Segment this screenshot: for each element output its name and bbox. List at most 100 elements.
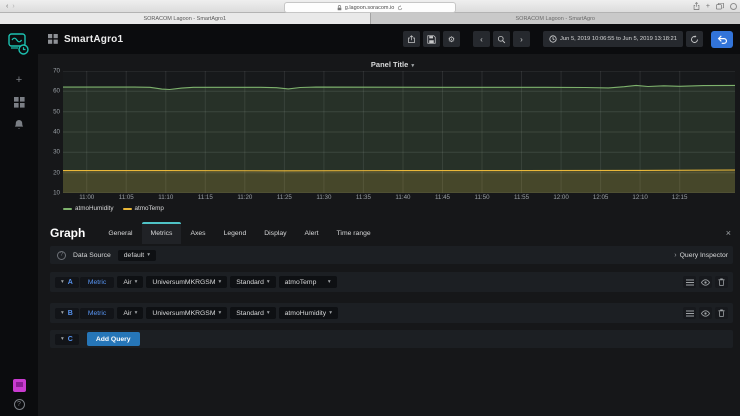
plot-area[interactable]: [63, 71, 735, 193]
query-collapse-toggle[interactable]: B: [55, 308, 79, 319]
chart-legend: atmoHumidity atmoTemp: [63, 203, 737, 214]
share-dashboard-button[interactable]: [403, 31, 420, 47]
tab-alert[interactable]: Alert: [296, 222, 328, 244]
screen: ‹ › g.lagoon.soracom.io + SORACOM Lagoon…: [0, 0, 740, 416]
clock-icon: [549, 35, 557, 43]
time-forward-button[interactable]: ›: [513, 31, 530, 47]
metric-label[interactable]: Metric: [80, 277, 115, 288]
refresh-button[interactable]: [686, 31, 703, 47]
legend-swatch: [123, 208, 132, 210]
browser-back-icon[interactable]: ‹: [6, 3, 8, 10]
datasource-help-icon[interactable]: ?: [57, 251, 66, 260]
time-range-text: Jun 5, 2019 10:06:55 to Jun 5, 2019 13:1…: [560, 36, 677, 42]
y-axis-tick-label: 30: [53, 149, 60, 156]
query-inspector-button[interactable]: Query Inspector: [674, 252, 728, 259]
x-axis-tick-label: 11:20: [237, 194, 252, 201]
tab-legend[interactable]: Legend: [215, 222, 256, 244]
x-axis-tick-label: 12:05: [593, 194, 608, 201]
panel-editor-tabs-bar: Graph General Metrics Axes Legend Displa…: [48, 218, 737, 244]
metric-namespace-select[interactable]: Air: [117, 307, 143, 319]
tab-metrics[interactable]: Metrics: [142, 222, 182, 244]
x-axis-tick-label: 12:15: [672, 194, 687, 201]
back-to-dashboard-button[interactable]: [711, 31, 733, 48]
query-menu-icon[interactable]: [683, 276, 696, 288]
dashboard-title[interactable]: SmartAgro1: [64, 34, 123, 45]
metric-type-select[interactable]: Standard: [230, 276, 275, 288]
y-axis-tick-label: 60: [53, 88, 60, 95]
reload-icon[interactable]: [397, 5, 403, 11]
query-row-actions: [683, 307, 728, 319]
query-collapse-toggle[interactable]: C: [55, 334, 79, 345]
tab-display[interactable]: Display: [255, 222, 295, 244]
select-value: UniversumMKRGSM: [152, 279, 215, 286]
x-axis-tick-label: 11:35: [356, 194, 371, 201]
time-back-button[interactable]: ‹: [473, 31, 490, 47]
add-query-row: C Add Query: [50, 330, 733, 348]
browser-forward-icon[interactable]: ›: [12, 3, 14, 10]
chevron-down-icon: [61, 336, 64, 342]
legend-item[interactable]: atmoTemp: [123, 205, 164, 212]
add-query-button[interactable]: Add Query: [87, 332, 140, 346]
browser-tab-active[interactable]: SORACOM Lagoon - SmartAgro1: [0, 13, 370, 24]
create-plus-icon[interactable]: +: [16, 75, 22, 86]
query-delete-trash-icon[interactable]: [715, 307, 728, 319]
x-axis-tick-label: 11:50: [474, 194, 489, 201]
x-axis-tick-label: 12:00: [553, 194, 568, 201]
panel-title[interactable]: Panel Title: [371, 60, 414, 69]
time-range-picker[interactable]: Jun 5, 2019 10:06:55 to Jun 5, 2019 13:1…: [543, 31, 683, 47]
browser-tab-title: SORACOM Lagoon - SmartAgro: [516, 16, 595, 22]
alerting-bell-icon[interactable]: [14, 119, 24, 130]
undo-arrow-icon: [717, 34, 728, 44]
metric-field-select[interactable]: atmoTemp: [279, 276, 337, 288]
legend-label: atmoTemp: [135, 205, 164, 212]
x-axis-tick-label: 11:15: [198, 194, 213, 201]
legend-item[interactable]: atmoHumidity: [63, 205, 114, 212]
metric-namespace-select[interactable]: Air: [117, 276, 143, 288]
address-bar[interactable]: g.lagoon.soracom.io: [284, 2, 456, 13]
new-tab-icon[interactable]: +: [706, 3, 710, 10]
help-icon[interactable]: ?: [14, 399, 25, 410]
close-editor-icon[interactable]: [726, 228, 731, 238]
browser-tab-bar: SORACOM Lagoon - SmartAgro1 SORACOM Lago…: [0, 13, 740, 24]
query-disable-eye-icon[interactable]: [699, 307, 712, 319]
query-disable-eye-icon[interactable]: [699, 276, 712, 288]
profile-icon[interactable]: [730, 3, 737, 10]
dashboards-grid-icon[interactable]: [14, 97, 25, 108]
query-collapse-toggle[interactable]: A: [55, 277, 79, 288]
browser-tab-inactive[interactable]: SORACOM Lagoon - SmartAgro: [370, 13, 740, 24]
query-delete-trash-icon[interactable]: [715, 276, 728, 288]
query-editor: ? Data Source default Query Inspector A …: [48, 244, 737, 348]
tab-overview-icon[interactable]: [716, 3, 724, 10]
timeseries-chart: [63, 71, 735, 193]
save-dashboard-button[interactable]: [423, 31, 440, 47]
x-axis: 11:0011:0511:1011:1511:2011:2511:3011:35…: [63, 193, 735, 203]
metric-device-select[interactable]: UniversumMKRGSM: [146, 307, 227, 319]
soracom-lagoon-logo[interactable]: [7, 31, 31, 57]
query-letter: C: [68, 336, 73, 343]
zoom-out-button[interactable]: [493, 31, 510, 47]
dashboard-settings-button[interactable]: ⚙: [443, 31, 460, 47]
dashboard-grid-icon[interactable]: [48, 34, 58, 44]
share-icon[interactable]: [693, 2, 700, 10]
y-axis-tick-label: 10: [53, 190, 60, 197]
select-value: atmoTemp: [285, 279, 317, 286]
datasource-select[interactable]: default: [118, 250, 156, 261]
metric-type-select[interactable]: Standard: [230, 307, 275, 319]
metric-device-select[interactable]: UniversumMKRGSM: [146, 276, 227, 288]
browser-toolbar-right: +: [693, 2, 724, 10]
user-avatar[interactable]: [13, 379, 26, 392]
legend-swatch: [63, 208, 72, 210]
query-menu-icon[interactable]: [683, 307, 696, 319]
query-row-a: A Metric Air UniversumMKRGSM Standard at…: [50, 272, 733, 292]
graph-panel: 10203040506070: [48, 71, 737, 193]
tab-time-range[interactable]: Time range: [328, 222, 380, 244]
legend-label: atmoHumidity: [75, 205, 114, 212]
tab-axes[interactable]: Axes: [181, 222, 214, 244]
x-axis-tick-label: 11:25: [277, 194, 292, 201]
metric-label[interactable]: Metric: [80, 308, 115, 319]
x-axis-tick-label: 11:45: [435, 194, 450, 201]
metric-field-select[interactable]: atmoHumidity: [279, 307, 338, 319]
query-letter: A: [68, 279, 73, 286]
datasource-label: Data Source: [73, 252, 111, 259]
tab-general[interactable]: General: [99, 222, 141, 244]
